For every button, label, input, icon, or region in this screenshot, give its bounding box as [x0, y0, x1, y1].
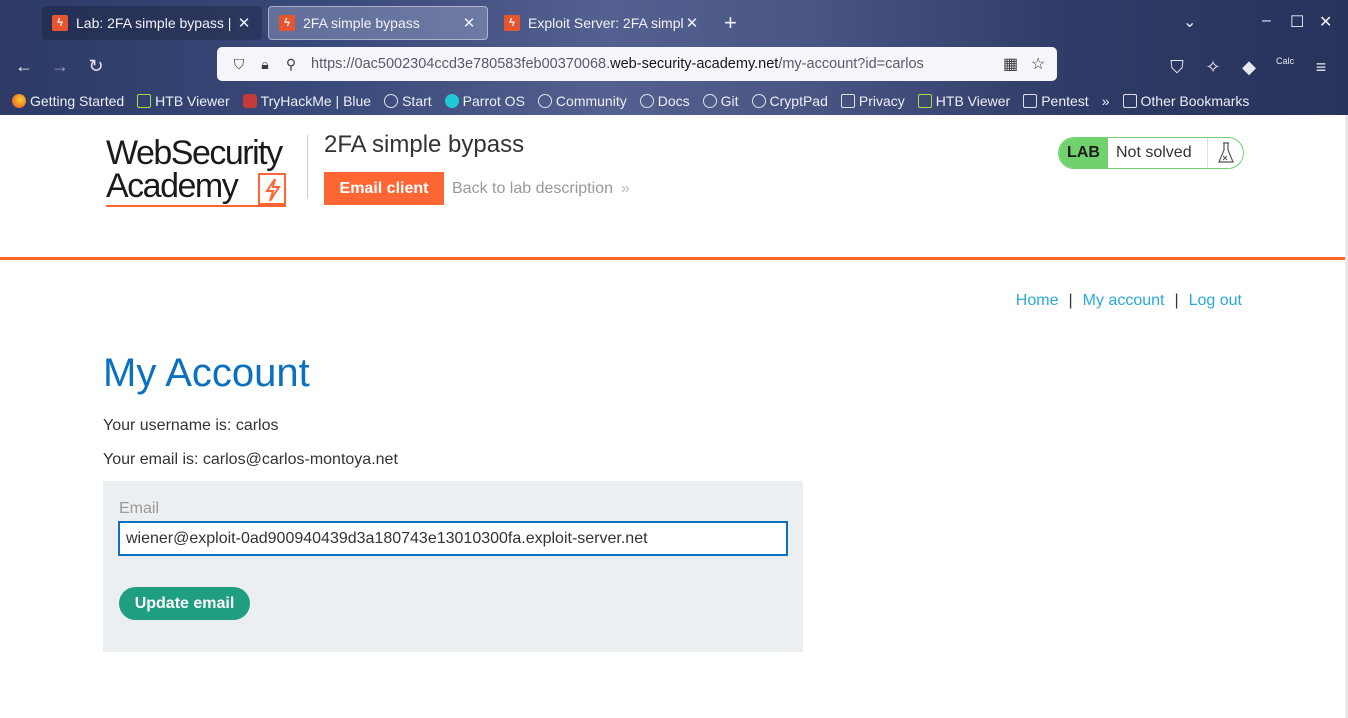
web-security-academy-logo[interactable]: WebSecurity Academy: [106, 134, 306, 209]
header-accent-line: [0, 257, 1345, 260]
bookmark-other-bookmarks[interactable]: Other Bookmarks: [1122, 93, 1249, 109]
bookmark-star-icon[interactable]: ☆: [1031, 54, 1045, 74]
lab-status-text: Not solved: [1116, 144, 1192, 161]
new-tab-plus-icon[interactable]: +: [724, 10, 737, 36]
cube-icon: [137, 94, 152, 108]
calc-extension-icon[interactable]: Calc: [1273, 55, 1297, 79]
close-tab-icon[interactable]: ✕: [236, 14, 252, 32]
browser-chrome: ϟ Lab: 2FA simple bypass | ✕ ϟ 2FA simpl…: [0, 0, 1348, 115]
list-all-tabs-chevron-icon[interactable]: ⌄: [1183, 12, 1196, 32]
reload-icon[interactable]: ↻: [84, 54, 108, 78]
lightning-bolt-icon: [258, 173, 286, 205]
bookmarks-toolbar: Getting Started HTB Viewer TryHackMe | B…: [0, 88, 1348, 114]
email-input[interactable]: wiener@exploit-0ad900940439d3a180743e130…: [118, 521, 788, 556]
bookmark-htb-viewer-2[interactable]: HTB Viewer: [917, 93, 1010, 109]
shield-icon[interactable]: ⛉: [229, 56, 249, 73]
page-title: My Account: [103, 351, 310, 395]
lab-label: LAB: [1059, 138, 1108, 168]
my-account-link[interactable]: My account: [1083, 292, 1165, 309]
parrot-icon: [444, 94, 459, 108]
email-label: Email: [119, 500, 160, 517]
bookmark-privacy[interactable]: Privacy: [840, 93, 905, 109]
bookmark-pentest[interactable]: Pentest: [1023, 93, 1089, 109]
back-arrow-icon[interactable]: ←: [12, 54, 36, 78]
tab-title: Lab: 2FA simple bypass |: [76, 15, 232, 31]
tab-title: 2FA simple bypass: [303, 15, 420, 31]
bookmark-tryhackme[interactable]: TryHackMe | Blue: [242, 93, 371, 109]
globe-icon: [384, 94, 399, 108]
extensions-puzzle-icon[interactable]: ✧: [1201, 55, 1225, 79]
update-email-button[interactable]: Update email: [119, 587, 250, 620]
logo-line-2: Academy: [106, 167, 239, 205]
bookmarks-overflow-chevron-icon[interactable]: »: [1102, 93, 1110, 109]
bookmark-getting-started[interactable]: Getting Started: [12, 93, 124, 109]
pocket-icon[interactable]: ⛉: [1165, 55, 1189, 79]
lock-icon[interactable]: 🔒︎: [255, 56, 275, 73]
close-tab-icon[interactable]: ✕: [684, 14, 700, 32]
folder-icon: [840, 94, 855, 108]
hamburger-menu-icon[interactable]: ≡: [1309, 55, 1333, 79]
maximize-window-icon[interactable]: ☐: [1290, 12, 1304, 32]
globe-icon: [751, 94, 766, 108]
permissions-icon[interactable]: ⚲: [281, 56, 301, 73]
nav-separator: |: [1174, 292, 1179, 309]
logo-underline: [106, 205, 286, 207]
account-navigation: Home | My account | Log out: [1016, 292, 1242, 310]
address-bar[interactable]: ⛉ 🔒︎ ⚲ https://0ac5002304ccd3e780583feb0…: [217, 47, 1057, 81]
bookmark-start[interactable]: Start: [384, 93, 432, 109]
tab-title: Exploit Server: 2FA simpl: [528, 15, 684, 31]
globe-icon: [702, 94, 717, 108]
email-text: Your email is: carlos@carlos-montoya.net: [103, 451, 398, 468]
tab-exploit-server[interactable]: ϟ Exploit Server: 2FA simpl ✕: [494, 6, 710, 40]
tab-lab-description[interactable]: ϟ Lab: 2FA simple bypass | ✕: [42, 6, 262, 40]
folder-icon: [1122, 94, 1137, 108]
tab-active-2fa[interactable]: ϟ 2FA simple bypass ✕: [268, 6, 488, 40]
portswigger-favicon-icon: ϟ: [52, 15, 68, 31]
nav-separator: |: [1068, 292, 1073, 309]
folder-icon: [1023, 94, 1038, 108]
globe-icon: [537, 94, 552, 108]
bookmark-docs[interactable]: Docs: [639, 93, 690, 109]
home-link[interactable]: Home: [1016, 292, 1059, 309]
cube-icon: [917, 94, 932, 108]
lab-status-badge: LAB Not solved: [1058, 137, 1244, 169]
tryhackme-icon: [242, 94, 257, 108]
minimize-window-icon[interactable]: –: [1262, 12, 1271, 30]
qr-code-icon[interactable]: ▦: [1003, 54, 1018, 74]
back-to-lab-description-link[interactable]: Back to lab description»: [452, 180, 630, 198]
bookmark-community[interactable]: Community: [537, 93, 627, 109]
url-text[interactable]: https://0ac5002304ccd3e780583feb00370068…: [311, 56, 924, 72]
foxyproxy-icon[interactable]: ◆: [1237, 55, 1261, 79]
logo-line-1: WebSecurity: [106, 134, 283, 172]
email-client-button[interactable]: Email client: [324, 172, 444, 205]
close-tab-icon[interactable]: ✕: [461, 14, 477, 32]
close-window-icon[interactable]: ✕: [1319, 12, 1332, 32]
lab-title: 2FA simple bypass: [324, 131, 525, 158]
forward-arrow-icon[interactable]: →: [48, 54, 72, 78]
header-divider: [307, 135, 308, 199]
bookmark-git[interactable]: Git: [702, 93, 739, 109]
bookmark-htb-viewer[interactable]: HTB Viewer: [137, 93, 230, 109]
username-text: Your username is: carlos: [103, 417, 279, 434]
portswigger-favicon-icon: ϟ: [279, 15, 295, 31]
chevron-right-icon: »: [620, 180, 630, 197]
tab-bar: ϟ Lab: 2FA simple bypass | ✕ ϟ 2FA simpl…: [0, 0, 1348, 46]
globe-icon: [639, 94, 654, 108]
firefox-icon: [12, 94, 26, 108]
update-email-form: Email wiener@exploit-0ad900940439d3a1807…: [103, 481, 803, 652]
bookmark-parrot-os[interactable]: Parrot OS: [444, 93, 525, 109]
page-content: WebSecurity Academy 2FA simple bypass Em…: [0, 115, 1348, 718]
log-out-link[interactable]: Log out: [1189, 292, 1242, 309]
flask-icon: [1207, 138, 1243, 168]
bookmark-cryptpad[interactable]: CryptPad: [751, 93, 828, 109]
portswigger-favicon-icon: ϟ: [504, 15, 520, 31]
